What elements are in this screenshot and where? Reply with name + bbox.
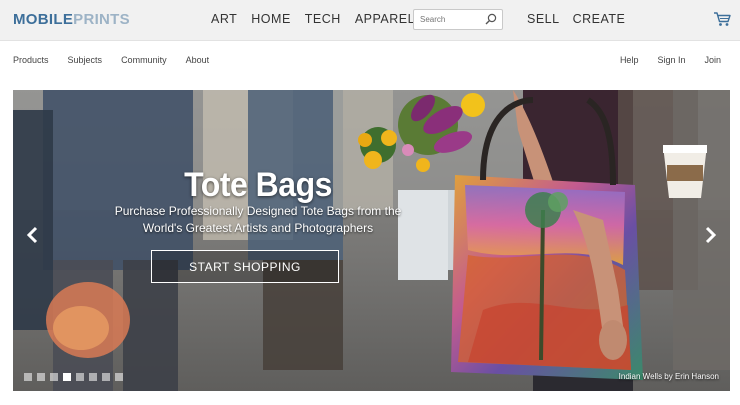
sub-nav-right: Help Sign In Join bbox=[601, 55, 721, 65]
subnav-products[interactable]: Products bbox=[13, 55, 49, 65]
secondary-main-nav: SELL CREATE bbox=[527, 12, 638, 26]
main-nav: ART HOME TECH APPAREL bbox=[211, 12, 429, 26]
carousel-next-icon[interactable] bbox=[704, 226, 718, 244]
carousel-dot-3[interactable] bbox=[50, 373, 58, 381]
cart-icon[interactable] bbox=[713, 11, 731, 27]
subnav-subjects[interactable]: Subjects bbox=[68, 55, 103, 65]
carousel-dot-4[interactable] bbox=[63, 373, 71, 381]
sub-nav-bar: Products Subjects Community About Help S… bbox=[0, 40, 740, 80]
nav-art[interactable]: ART bbox=[211, 12, 237, 26]
carousel-dot-2[interactable] bbox=[37, 373, 45, 381]
subnav-help[interactable]: Help bbox=[620, 55, 639, 65]
carousel-dot-6[interactable] bbox=[89, 373, 97, 381]
hero-subtitle-line-1: Purchase Professionally Designed Tote Ba… bbox=[114, 204, 402, 218]
nav-create[interactable]: CREATE bbox=[573, 12, 626, 26]
hero-subtitle-line-2: World's Greatest Artists and Photographe… bbox=[142, 221, 374, 235]
image-caption: Indian Wells by Erin Hanson bbox=[618, 372, 719, 381]
search-box bbox=[413, 9, 503, 30]
hero-background-image bbox=[13, 90, 730, 391]
site-logo[interactable]: MOBILEPRINTS bbox=[13, 11, 130, 28]
sub-nav-left: Products Subjects Community About bbox=[13, 55, 228, 65]
nav-apparel[interactable]: APPAREL bbox=[355, 12, 415, 26]
carousel-dot-8[interactable] bbox=[115, 373, 123, 381]
carousel-dot-7[interactable] bbox=[102, 373, 110, 381]
logo-text-secondary: PRINTS bbox=[73, 11, 130, 28]
hero-subtitle: Purchase Professionally Designed Tote Ba… bbox=[13, 203, 503, 237]
carousel-prev-icon[interactable] bbox=[25, 226, 39, 244]
start-shopping-button[interactable]: START SHOPPING bbox=[151, 250, 339, 283]
subnav-about[interactable]: About bbox=[186, 55, 210, 65]
top-header: MOBILEPRINTS ART HOME TECH APPAREL SELL … bbox=[0, 0, 740, 40]
logo-text-primary: MOBILE bbox=[13, 11, 74, 28]
hero-title: Tote Bags bbox=[184, 164, 332, 204]
nav-sell[interactable]: SELL bbox=[527, 12, 560, 26]
search-icon[interactable] bbox=[485, 13, 497, 25]
hero-banner[interactable]: Tote Bags Purchase Professionally Design… bbox=[13, 90, 730, 391]
subnav-sign-in[interactable]: Sign In bbox=[657, 55, 685, 65]
nav-tech[interactable]: TECH bbox=[305, 12, 341, 26]
subnav-join[interactable]: Join bbox=[704, 55, 721, 65]
carousel-indicators bbox=[24, 373, 123, 381]
search-input[interactable] bbox=[414, 10, 484, 29]
carousel-dot-1[interactable] bbox=[24, 373, 32, 381]
carousel-dot-5[interactable] bbox=[76, 373, 84, 381]
nav-home[interactable]: HOME bbox=[251, 12, 291, 26]
subnav-community[interactable]: Community bbox=[121, 55, 167, 65]
